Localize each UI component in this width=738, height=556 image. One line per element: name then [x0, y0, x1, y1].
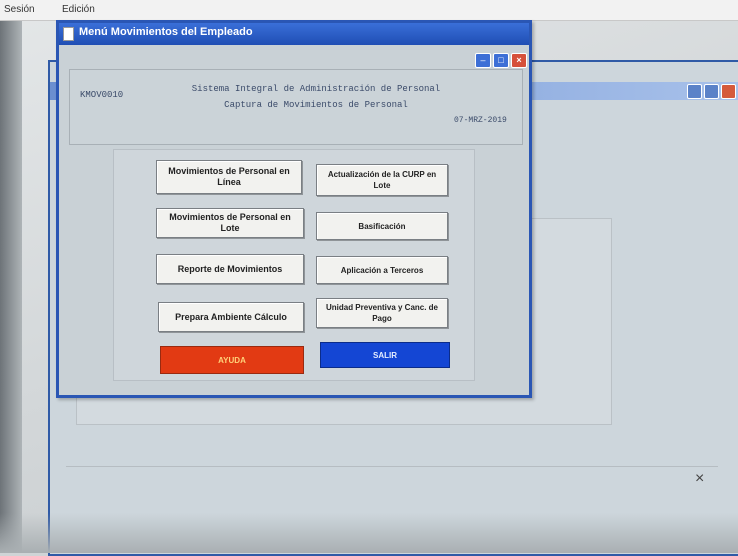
- maximize-icon[interactable]: [704, 84, 719, 99]
- mov-personal-lote-button[interactable]: Movimientos de Personal en Lote: [156, 208, 304, 238]
- minimize-icon[interactable]: [687, 84, 702, 99]
- dialog-titlebar[interactable]: Menú Movimientos del Empleado: [59, 23, 529, 45]
- bottom-shadow: [0, 513, 738, 553]
- program-id: KMOV0010: [80, 90, 124, 100]
- current-date: 07-MRZ-2019: [454, 116, 507, 125]
- curp-lote-button[interactable]: Actualización de la CURP en Lote: [316, 164, 448, 196]
- dialog-title: Menú Movimientos del Empleado: [79, 26, 253, 38]
- dialog-header: KMOV0010 Sistema Integral de Administrac…: [69, 69, 523, 145]
- close-mark-icon[interactable]: ×: [695, 470, 704, 488]
- background-window-controls: [687, 84, 736, 99]
- basificacion-button[interactable]: Basificación: [316, 212, 448, 240]
- monitor-bezel: [0, 0, 22, 553]
- close-icon[interactable]: [721, 84, 736, 99]
- options-panel: Movimientos de Personal en Línea Actuali…: [113, 149, 475, 381]
- prepara-ambiente-button[interactable]: Prepara Ambiente Cálculo: [158, 302, 304, 332]
- mov-personal-linea-button[interactable]: Movimientos de Personal en Línea: [156, 160, 302, 194]
- salir-button[interactable]: SALIR: [320, 342, 450, 368]
- menu-edicion[interactable]: Edición: [62, 4, 95, 15]
- system-title: Sistema Integral de Administración de Pe…: [191, 84, 441, 94]
- dialog-window-controls: – □ ×: [475, 53, 527, 68]
- divider: [66, 466, 718, 467]
- menu-sesion[interactable]: Sesión: [4, 4, 35, 15]
- minimize-icon[interactable]: –: [475, 53, 491, 68]
- maximize-icon[interactable]: □: [493, 53, 509, 68]
- window-app-icon: [63, 27, 74, 41]
- menu-bar: Sesión Edición: [0, 0, 738, 21]
- employee-movements-dialog: Menú Movimientos del Empleado – □ × KMOV…: [56, 20, 532, 398]
- close-icon[interactable]: ×: [511, 53, 527, 68]
- unidad-preventiva-button[interactable]: Unidad Preventiva y Canc. de Pago: [316, 298, 448, 328]
- system-subtitle: Captura de Movimientos de Personal: [224, 100, 408, 110]
- reporte-movimientos-button[interactable]: Reporte de Movimientos: [156, 254, 304, 284]
- ayuda-button[interactable]: AYUDA: [160, 346, 304, 374]
- aplicacion-terceros-button[interactable]: Aplicación a Terceros: [316, 256, 448, 284]
